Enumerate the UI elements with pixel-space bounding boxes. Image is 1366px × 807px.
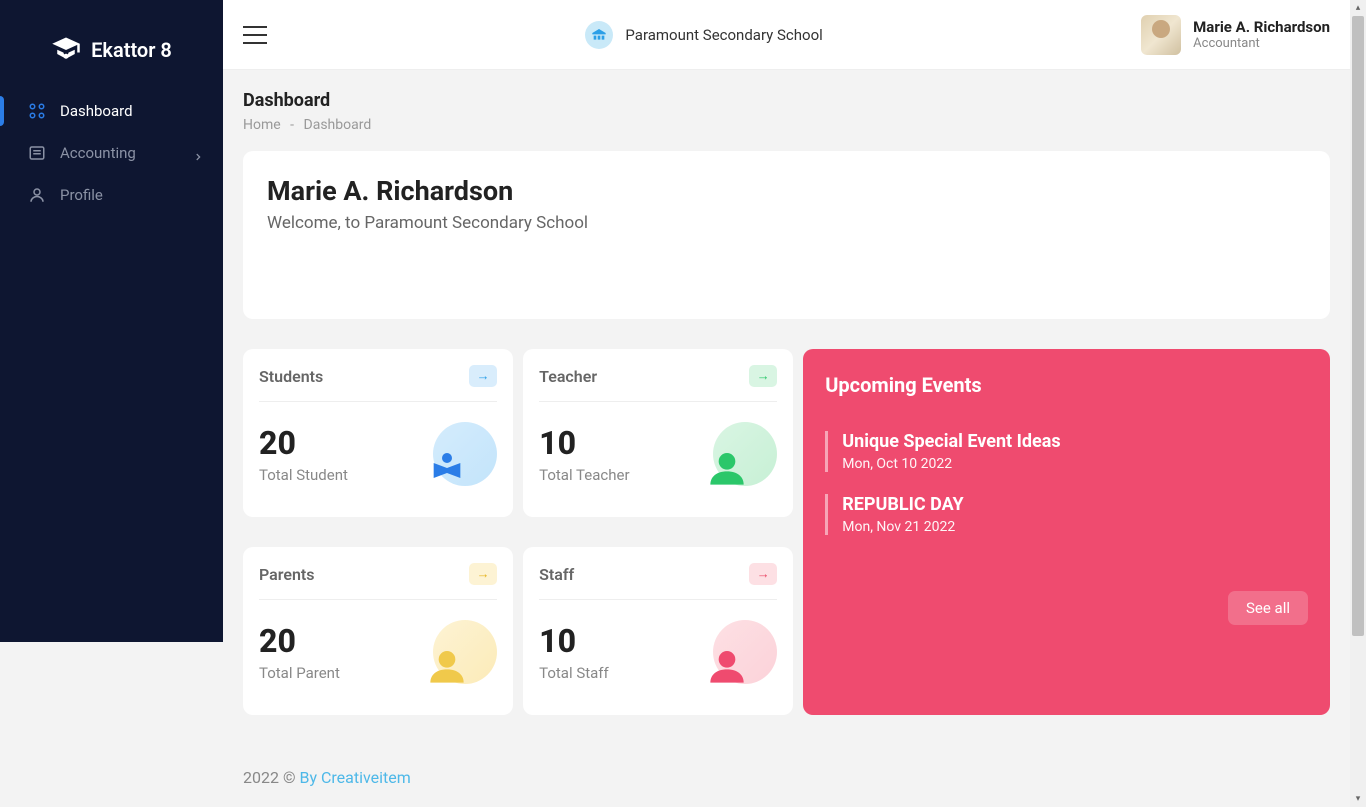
school-icon [585,21,613,49]
stat-card-staff: Staff → 10 Total Staff [523,547,793,715]
staff-icon [713,620,777,684]
logo-icon [51,35,81,65]
stat-title: Staff [539,565,574,584]
breadcrumb-separator: - [290,117,294,133]
event-item[interactable]: REPUBLIC DAY Mon, Nov 21 2022 [825,494,1308,535]
footer-credit-link[interactable]: By Creativeitem [299,768,410,787]
chevron-right-icon [193,148,203,158]
footer-year: 2022 © [243,768,299,787]
accounting-icon [28,144,46,162]
profile-icon [28,186,46,204]
sidebar-item-label: Profile [60,186,103,204]
logo-area[interactable]: Ekattor 8 [0,0,223,90]
parent-icon [433,620,497,684]
stat-label: Total Student [259,466,348,484]
breadcrumb: Home - Dashboard [243,117,1330,133]
scroll-up-arrow-icon[interactable]: ▴ [1350,0,1366,16]
event-item[interactable]: Unique Special Event Ideas Mon, Oct 10 2… [825,431,1308,472]
stat-arrow-button[interactable]: → [749,365,777,387]
welcome-subtitle: Welcome, to Paramount Secondary School [267,213,1306,233]
logo-text: Ekattor 8 [91,38,172,62]
teacher-icon [713,422,777,486]
stat-card-teacher: Teacher → 10 Total Teacher [523,349,793,517]
page-title: Dashboard [243,90,1330,111]
dashboard-icon [28,102,46,120]
events-title: Upcoming Events [825,373,1308,397]
stat-label: Total Staff [539,664,609,682]
scrollbar-thumb[interactable] [1352,16,1364,636]
stat-arrow-button[interactable]: → [469,563,497,585]
sidebar-item-label: Accounting [60,144,136,162]
scrollbar[interactable]: ▴ ▾ [1350,0,1366,807]
stat-label: Total Teacher [539,466,629,484]
stat-title: Students [259,367,323,386]
sidebar-item-accounting[interactable]: Accounting [0,132,223,174]
event-name: Unique Special Event Ideas [842,431,1308,452]
stat-title: Teacher [539,367,597,386]
events-card: Upcoming Events Unique Special Event Ide… [803,349,1330,715]
see-all-button[interactable]: See all [1228,591,1308,625]
footer: 2022 © By Creativeitem [243,768,411,787]
sidebar-item-dashboard[interactable]: Dashboard [0,90,223,132]
school-selector[interactable]: Paramount Secondary School [585,21,822,49]
sidebar-item-label: Dashboard [60,102,133,120]
school-name: Paramount Secondary School [625,26,822,44]
content: Dashboard Home - Dashboard Marie A. Rich… [223,70,1350,735]
dashboard-grid: Students → 20 Total Student [243,349,1330,715]
sidebar: Ekattor 8 Dashboard Accounting Profile [0,0,223,642]
scroll-down-arrow-icon[interactable]: ▾ [1350,791,1366,807]
user-menu[interactable]: Marie A. Richardson Accountant [1141,15,1330,55]
stat-arrow-button[interactable]: → [749,563,777,585]
avatar [1141,15,1181,55]
user-name: Marie A. Richardson [1193,18,1330,36]
event-date: Mon, Nov 21 2022 [842,519,1308,535]
breadcrumb-home[interactable]: Home [243,117,281,133]
stat-value: 20 [259,622,340,660]
main: Paramount Secondary School Marie A. Rich… [223,0,1350,807]
stat-card-parents: Parents → 20 Total Parent [243,547,513,715]
stat-value: 20 [259,424,348,462]
student-icon [433,422,497,486]
stat-value: 10 [539,622,609,660]
stat-card-students: Students → 20 Total Student [243,349,513,517]
event-name: REPUBLIC DAY [842,494,1308,515]
welcome-card: Marie A. Richardson Welcome, to Paramoun… [243,151,1330,319]
hamburger-menu-button[interactable] [243,26,267,44]
welcome-name: Marie A. Richardson [267,175,1306,207]
stat-title: Parents [259,565,315,584]
sidebar-item-profile[interactable]: Profile [0,174,223,216]
event-date: Mon, Oct 10 2022 [842,456,1308,472]
stat-arrow-button[interactable]: → [469,365,497,387]
breadcrumb-current: Dashboard [304,117,372,133]
stat-label: Total Parent [259,664,340,682]
user-info: Marie A. Richardson Accountant [1193,18,1330,51]
user-role: Accountant [1193,36,1330,51]
stat-value: 10 [539,424,629,462]
topbar: Paramount Secondary School Marie A. Rich… [223,0,1350,70]
